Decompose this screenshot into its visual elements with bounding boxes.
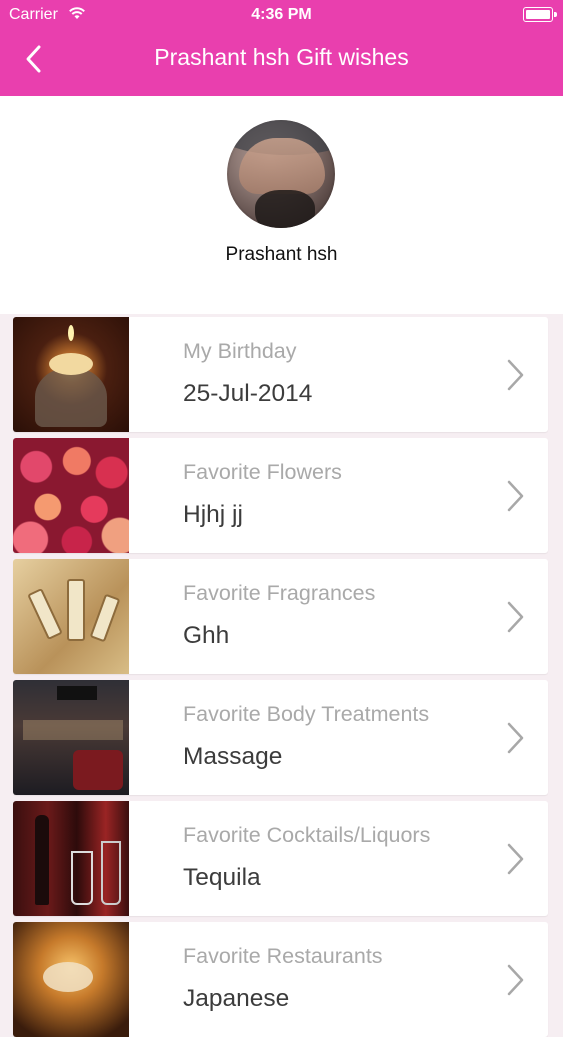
item-value: Tequila [183,864,261,891]
battery-icon [523,7,557,22]
fragrances-thumbnail [13,559,129,674]
item-label: My Birthday [183,339,297,363]
list-item-body-treatments[interactable]: Favorite Body Treatments Massage [13,680,548,795]
chevron-right-icon [507,601,524,633]
chevron-right-icon [507,964,524,996]
item-value: Hjhj jj [183,501,243,528]
item-label: Favorite Cocktails/Liquors [183,823,431,847]
item-label: Favorite Restaurants [183,944,383,968]
restaurants-thumbnail [13,922,129,1037]
item-label: Favorite Flowers [183,460,342,484]
status-bar: Carrier 4:36 PM [0,0,563,30]
chevron-right-icon [507,722,524,754]
chevron-right-icon [507,480,524,512]
chevron-right-icon [507,843,524,875]
body-treatments-thumbnail [13,680,129,795]
birthday-thumbnail [13,317,129,432]
chevron-right-icon [507,359,524,391]
avatar [227,120,335,228]
item-value: 25-Jul-2014 [183,380,313,407]
list-item-cocktails[interactable]: Favorite Cocktails/Liquors Tequila [13,801,548,916]
status-time: 4:36 PM [251,6,312,23]
page-title: Prashant hsh Gift wishes [154,44,409,70]
flowers-thumbnail [13,438,129,553]
profile-name: Prashant hsh [225,244,338,265]
list-item-restaurants[interactable]: Favorite Restaurants Japanese [13,922,548,1037]
list-item-birthday[interactable]: My Birthday 25-Jul-2014 [13,317,548,432]
profile-section: Prashant hsh [0,96,563,314]
item-value: Japanese [183,985,290,1012]
item-value: Massage [183,743,283,770]
item-label: Favorite Fragrances [183,581,376,605]
item-value: Ghh [183,622,230,649]
navigation-bar: Carrier 4:36 PM Prashant hsh Gift wishes [0,0,563,96]
item-label: Favorite Body Treatments [183,702,430,726]
cocktails-thumbnail [13,801,129,916]
list-item-flowers[interactable]: Favorite Flowers Hjhj jj [13,438,548,553]
list-item-fragrances[interactable]: Favorite Fragrances Ghh [13,559,548,674]
